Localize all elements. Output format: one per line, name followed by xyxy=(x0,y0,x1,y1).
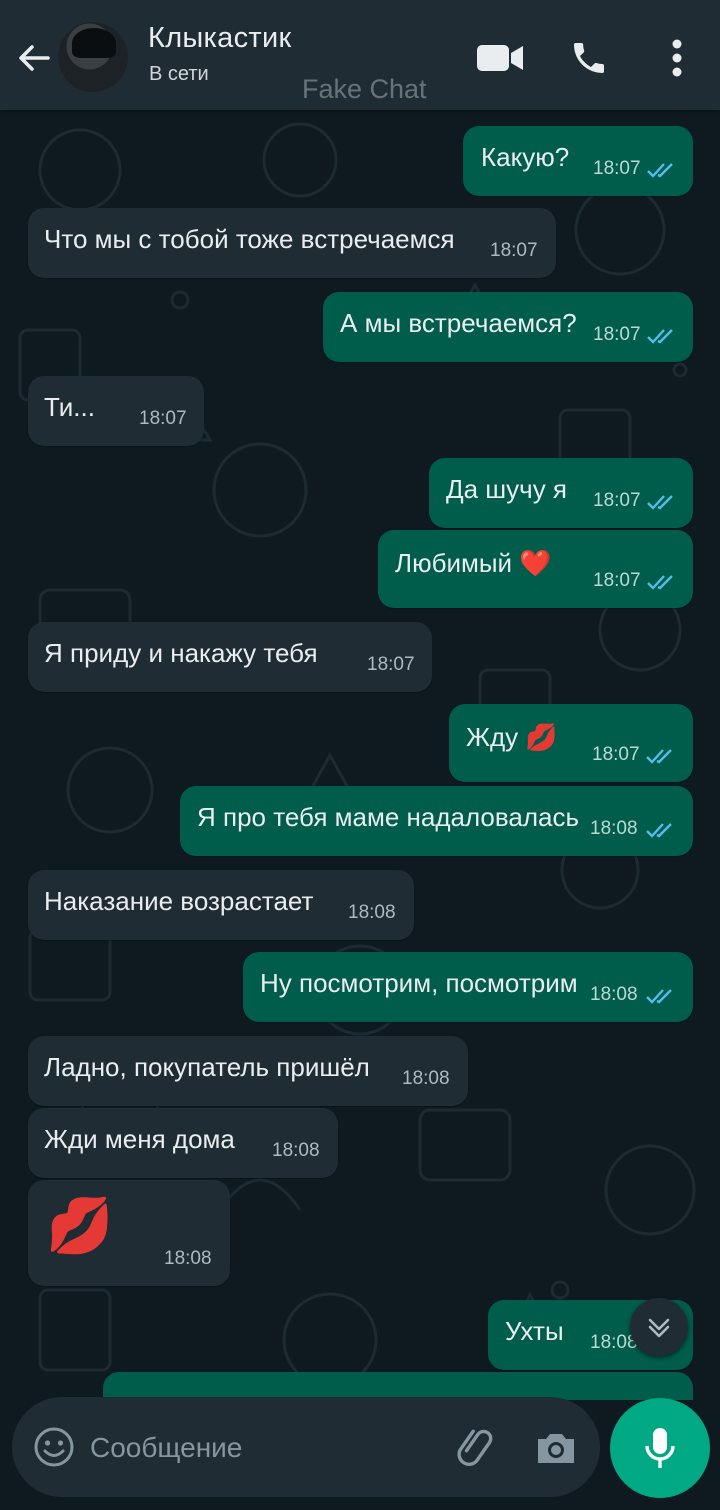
message-time: 18:07 xyxy=(593,490,641,511)
video-call-icon xyxy=(477,45,523,71)
message-outgoing[interactable]: Жду 💋 18:07 xyxy=(449,704,693,782)
message-composer xyxy=(12,1397,600,1497)
message-time: 18:07 xyxy=(367,654,415,675)
read-receipt-icon xyxy=(646,823,672,838)
message-incoming[interactable]: Я приду и накажу тебя 18:07 xyxy=(28,622,432,692)
contact-name[interactable]: Клыкастик xyxy=(148,22,291,55)
contact-status: В сети xyxy=(149,63,209,85)
message-incoming[interactable]: 💋 18:08 xyxy=(28,1180,230,1286)
message-text: Какую? xyxy=(481,142,570,172)
more-options-button[interactable] xyxy=(651,32,703,84)
message-time: 18:08 xyxy=(164,1248,212,1269)
read-receipt-icon xyxy=(646,989,672,1004)
message-time: 18:08 xyxy=(402,1068,450,1089)
message-text: Ухты xyxy=(505,1316,564,1346)
read-receipt-icon xyxy=(646,749,672,764)
arrow-left-icon xyxy=(19,45,50,71)
message-text: Ну посмотрим, посмотрим xyxy=(260,968,578,998)
message-text: Ти... xyxy=(44,392,95,422)
message-outgoing[interactable]: Да шучу я 18:07 xyxy=(429,458,693,528)
message-text: Жди меня дома xyxy=(44,1124,235,1154)
message-text: Да шучу я xyxy=(446,474,567,504)
message-time: 18:07 xyxy=(592,744,640,765)
chat-header: Клыкастик В сети Fake Chat xyxy=(0,0,720,110)
back-button[interactable] xyxy=(14,38,54,78)
message-incoming[interactable]: Что мы с тобой тоже встречаемся 18:07 xyxy=(28,208,556,278)
fake-chat-watermark: Fake Chat xyxy=(302,74,427,104)
message-time: 18:07 xyxy=(490,240,538,261)
read-receipt-icon xyxy=(647,575,673,590)
message-list[interactable]: Какую? 18:07 Что мы с тобой тоже встреча… xyxy=(0,110,720,1400)
message-text: 💋 xyxy=(46,1196,114,1256)
read-receipt-icon xyxy=(647,163,673,178)
message-text: Ладно, покупатель пришёл xyxy=(44,1052,370,1082)
message-time: 18:08 xyxy=(348,902,396,923)
message-text: Что мы с тобой тоже встречаемся xyxy=(44,224,455,254)
message-text: Жду 💋 xyxy=(466,722,558,752)
message-outgoing[interactable]: Любимый ❤️ 18:07 xyxy=(378,530,693,608)
phone-icon xyxy=(574,43,604,73)
scroll-to-bottom-button[interactable] xyxy=(630,1298,688,1356)
message-time: 18:07 xyxy=(593,570,641,591)
message-text: А мы встречаемся? xyxy=(340,308,577,338)
message-text: Я приду и накажу тебя xyxy=(44,638,318,668)
message-time: 18:08 xyxy=(590,818,638,839)
more-vert-icon xyxy=(672,39,682,77)
camera-icon[interactable] xyxy=(532,1423,580,1471)
message-outgoing[interactable]: Ну посмотрим, посмотрим 18:08 xyxy=(243,952,693,1022)
emoji-icon[interactable] xyxy=(32,1425,76,1469)
message-incoming[interactable]: Жди меня дома 18:08 xyxy=(28,1108,338,1178)
message-input[interactable] xyxy=(88,1427,432,1469)
message-text: Я про тебя маме надаловалась xyxy=(197,802,580,832)
read-receipt-icon xyxy=(647,495,673,510)
message-outgoing[interactable]: Какую? 18:07 xyxy=(463,126,693,196)
read-receipt-icon xyxy=(647,329,673,344)
message-time: 18:07 xyxy=(593,324,641,345)
message-outgoing[interactable]: Я про тебя маме надаловалась 18:08 xyxy=(180,786,693,856)
message-time: 18:08 xyxy=(590,984,638,1005)
message-time: 18:07 xyxy=(593,158,641,179)
message-incoming[interactable]: Ладно, покупатель пришёл 18:08 xyxy=(28,1036,468,1106)
message-time: 18:07 xyxy=(139,408,187,429)
message-text: Любимый ❤️ xyxy=(395,548,552,578)
message-outgoing-partial[interactable] xyxy=(103,1372,693,1400)
voice-message-button[interactable] xyxy=(610,1398,710,1498)
mic-icon xyxy=(645,1428,675,1468)
message-incoming[interactable]: Ти... 18:07 xyxy=(28,376,204,446)
message-incoming[interactable]: Наказание возрастает 18:08 xyxy=(28,870,414,940)
attach-icon[interactable] xyxy=(452,1423,500,1471)
video-call-button[interactable] xyxy=(474,32,526,84)
chevron-down-icon xyxy=(648,1318,670,1338)
message-outgoing[interactable]: А мы встречаемся? 18:07 xyxy=(323,292,693,362)
voice-call-button[interactable] xyxy=(563,32,615,84)
avatar[interactable] xyxy=(58,22,128,92)
message-time: 18:08 xyxy=(272,1140,320,1161)
message-text: Наказание возрастает xyxy=(44,886,314,916)
